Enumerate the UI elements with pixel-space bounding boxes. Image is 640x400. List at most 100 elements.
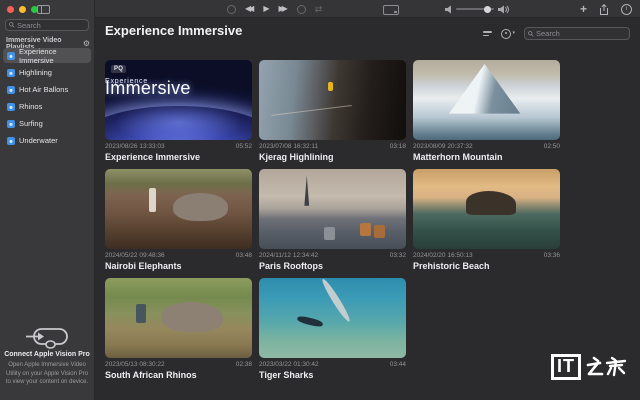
page-title: Experience Immersive	[105, 23, 243, 38]
thumbnail-art	[270, 104, 352, 116]
titlebar-right-tools: + i	[580, 0, 632, 18]
video-date: 2024/11/12 12:34:42	[259, 252, 319, 259]
loop-icon[interactable]	[227, 4, 236, 14]
rewind-button[interactable]: ◀◀	[245, 5, 254, 13]
video-duration: 02:50	[543, 143, 560, 150]
sidebar-item-label: Hot Air Ballons	[19, 85, 69, 94]
video-card[interactable]: 2024/11/12 12:34:42 03:32 Paris Rooftops	[259, 169, 406, 271]
thumbnail-art	[296, 314, 325, 329]
video-meta: 2024/05/22 09:48:36 03:48	[105, 252, 252, 259]
sidebar-item-label: Experience Immersive	[19, 46, 57, 65]
sidebar-item-label: Rhinos	[19, 102, 43, 111]
video-thumbnail	[413, 169, 560, 249]
connect-title: Connect Apple Vision Pro	[4, 350, 90, 358]
video-title: Tiger Sharks	[259, 370, 314, 380]
sidebar-item-label: Highlining	[19, 68, 52, 77]
video-thumbnail	[259, 169, 406, 249]
sidebar-search[interactable]	[5, 19, 89, 31]
playlist-icon	[7, 51, 15, 60]
video-thumbnail	[105, 278, 252, 358]
stop-icon[interactable]	[296, 4, 306, 14]
video-card[interactable]: 2024/05/22 09:48:36 03:48 Nairobi Elepha…	[105, 169, 252, 271]
titlebar: ◀◀ ▶ ▶▶ ⇄ + i	[95, 0, 640, 18]
main-content: Experience Immersive ▾ PQ Experience Imm…	[95, 18, 640, 400]
content-search[interactable]	[524, 27, 630, 40]
video-title: Prehistoric Beach	[413, 261, 490, 271]
add-button[interactable]: +	[580, 3, 587, 15]
share-button[interactable]	[599, 3, 609, 15]
video-date: 2023/03/22 01:30:42	[259, 361, 319, 368]
search-icon	[528, 30, 534, 37]
thumbnail-art	[135, 303, 147, 323]
video-date: 2023/05/13 08:30:22	[105, 361, 165, 368]
video-card[interactable]: 2024/02/20 16:50:13 03:36 Prehistoric Be…	[413, 169, 560, 271]
sort-icon[interactable]	[483, 30, 493, 37]
playback-controls: ◀◀ ▶ ▶▶ ⇄	[227, 0, 322, 18]
playlist-list: Experience Immersive Highlining Hot Air …	[3, 46, 91, 150]
volume-low-icon	[445, 5, 451, 13]
thumbnail-art	[448, 64, 521, 114]
video-meta: 2023/05/13 08:30:22 02:38	[105, 361, 252, 368]
display-mirroring-button[interactable]	[383, 5, 399, 15]
sidebar-toggle-button[interactable]	[37, 5, 50, 14]
playlist-icon	[7, 85, 15, 94]
video-thumbnail	[413, 60, 560, 140]
content-search-input[interactable]	[536, 29, 626, 38]
filter-icon	[501, 28, 512, 39]
volume-slider-knob[interactable]	[484, 5, 491, 13]
thumbnail-art	[328, 82, 334, 92]
content-toolbar: ▾	[483, 27, 630, 40]
video-meta: 2023/08/09 20:37:32 02:50	[413, 143, 560, 150]
volume-slider[interactable]	[456, 5, 494, 13]
close-window-button[interactable]	[7, 6, 14, 13]
fast-forward-button[interactable]: ▶▶	[278, 5, 287, 13]
video-card[interactable]: 2023/03/22 01:30:42 03:44 Tiger Sharks	[259, 278, 406, 380]
video-duration: 05:52	[235, 143, 252, 150]
sync-icon[interactable]: ⇄	[315, 4, 323, 14]
vision-pro-icon	[26, 328, 68, 349]
video-card[interactable]: 2023/07/08 16:32:11 03:18 Kjerag Highlin…	[259, 60, 406, 162]
video-meta: 2024/02/20 16:50:13 03:36	[413, 252, 560, 259]
video-title: Experience Immersive	[105, 152, 201, 162]
info-button[interactable]: i	[621, 3, 632, 15]
sidebar-item-label: Underwater	[19, 136, 58, 145]
video-date: 2024/02/20 16:50:13	[413, 252, 473, 259]
sidebar-item-highlining[interactable]: Highlining	[3, 65, 91, 80]
pq-badge: PQ	[111, 65, 127, 73]
watermark-cjk-glyphs	[586, 356, 627, 377]
video-duration: 03:18	[389, 143, 406, 150]
playlist-icon	[7, 102, 15, 111]
window-controls	[7, 6, 38, 13]
volume-high-icon	[498, 5, 509, 13]
video-grid: PQ Experience Immersive 2023/08/26 13:33…	[105, 60, 560, 380]
video-title: Matterhorn Mountain	[413, 152, 503, 162]
video-date: 2024/05/22 09:48:36	[105, 252, 165, 259]
video-card[interactable]: PQ Experience Immersive 2023/08/26 13:33…	[105, 60, 252, 162]
video-duration: 02:38	[235, 361, 252, 368]
sidebar: Immersive Video Playlists ⚙ Experience I…	[0, 0, 95, 400]
play-button[interactable]: ▶	[263, 5, 269, 13]
playlist-icon	[7, 119, 15, 128]
video-title: Paris Rooftops	[259, 261, 324, 271]
thumbnail-art	[304, 175, 310, 206]
video-meta: 2023/07/08 16:32:11 03:18	[259, 143, 406, 150]
thumbnail-art	[105, 106, 252, 140]
sidebar-item-rhinos[interactable]: Rhinos	[3, 99, 91, 114]
video-meta: 2024/11/12 12:34:42 03:32	[259, 252, 406, 259]
video-title: South African Rhinos	[105, 370, 197, 380]
sidebar-item-surfing[interactable]: Surfing	[3, 116, 91, 131]
filter-button[interactable]: ▾	[501, 28, 515, 39]
sidebar-item-underwater[interactable]: Underwater	[3, 133, 91, 148]
minimize-window-button[interactable]	[19, 6, 26, 13]
thumbnail-art	[360, 222, 371, 237]
video-thumbnail	[105, 169, 252, 249]
thumbnail-art	[465, 191, 516, 216]
sidebar-item-experience-immersive[interactable]: Experience Immersive	[3, 46, 91, 65]
video-thumbnail	[259, 278, 406, 358]
ithome-watermark: IT	[551, 354, 628, 380]
video-card[interactable]: 2023/05/13 08:30:22 02:38 South African …	[105, 278, 252, 380]
video-date: 2023/07/08 16:32:11	[259, 143, 319, 150]
sidebar-search-input[interactable]	[17, 20, 85, 30]
sidebar-item-hot-air-ballons[interactable]: Hot Air Ballons	[3, 82, 91, 97]
video-card[interactable]: 2023/08/09 20:37:32 02:50 Matterhorn Mou…	[413, 60, 560, 162]
